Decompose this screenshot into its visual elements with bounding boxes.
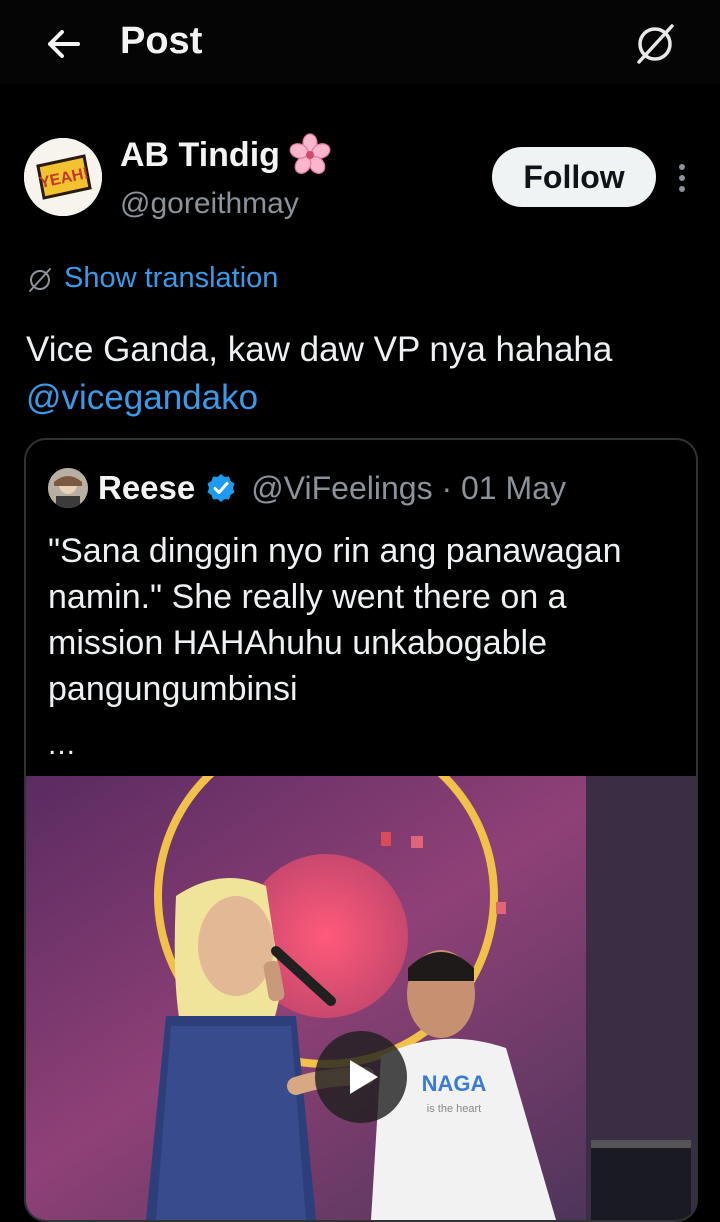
video-thumbnail: NAGA is the heart [26,776,696,1220]
globe-strikethrough-icon [637,24,674,64]
quoted-author-avatar[interactable] [48,468,88,508]
shirt-subtext: is the heart [427,1103,481,1115]
quoted-post-text: "Sana dinggin nyo rin ang panawagan nami… [48,532,622,708]
quoted-post-header: Reese @ViFeelings · 01 May [48,466,566,510]
show-translation-row[interactable]: Show translation [26,262,278,295]
author-display-name: AB Tindig [120,135,280,174]
author-name-row[interactable]: AB Tindig [120,133,332,177]
author-avatar[interactable]: YEAH! [24,138,102,216]
quoted-video[interactable]: NAGA is the heart [26,776,696,1220]
follow-button[interactable]: Follow [492,147,656,207]
translate-post-button[interactable] [630,18,680,68]
quoted-author-handle-date: @ViFeelings · 01 May [251,469,566,506]
page-title: Post [120,20,203,62]
play-icon [350,1060,378,1094]
quoted-post-card[interactable]: Reese @ViFeelings · 01 May "Sana dinggin… [24,438,698,1222]
cherry-blossom-icon [289,133,331,174]
arrow-left-icon [48,30,80,58]
top-bar: Post [0,0,720,84]
show-translation-link[interactable]: Show translation [64,262,278,295]
mention-link[interactable]: @vicegandako [26,378,258,417]
author-handle[interactable]: @goreithmay [120,187,299,221]
quoted-avatar-image [48,468,88,508]
post-body: Vice Ganda, kaw daw VP nya hahaha [26,330,613,369]
play-button[interactable] [315,1031,407,1123]
avatar-logo-image: YEAH! [24,138,102,216]
more-vertical-icon [679,164,685,192]
more-options-button[interactable] [672,160,692,196]
back-button[interactable] [42,22,86,66]
post-text: Vice Ganda, kaw daw VP nya hahaha @viceg… [26,326,686,422]
globe-strikethrough-icon [29,267,51,292]
shirt-text: NAGA [422,1071,487,1096]
verified-badge-icon [207,474,235,502]
quoted-post-ellipsis: ... [48,728,77,761]
quoted-author-name: Reese [98,469,196,506]
